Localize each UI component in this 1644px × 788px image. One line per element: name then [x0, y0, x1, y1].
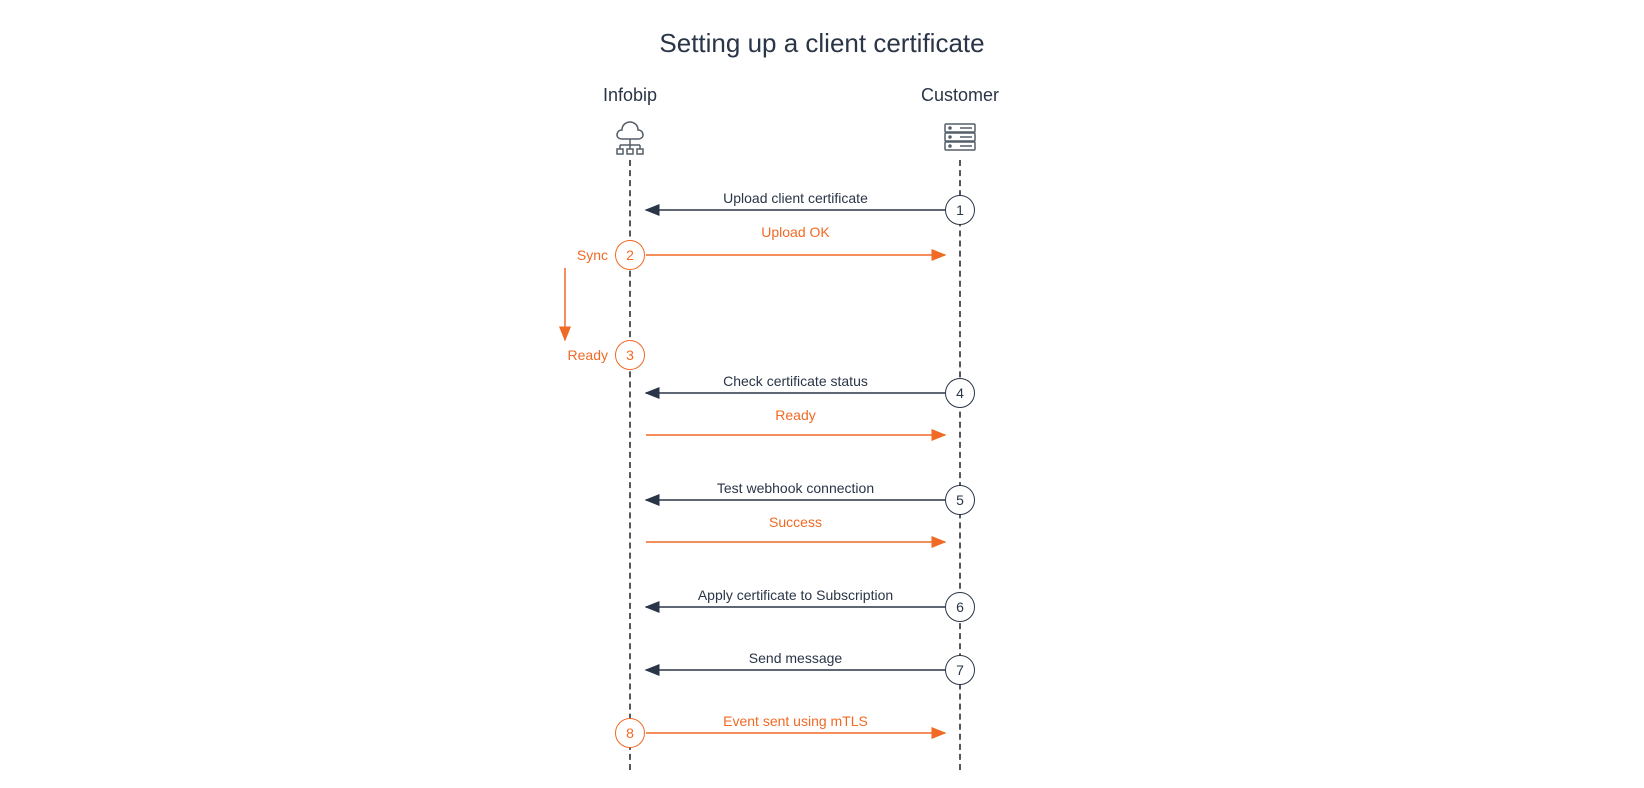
arrows-layer: [0, 0, 1644, 788]
actor-label-right: Customer: [890, 85, 1030, 106]
msg-upload-ok: Upload OK: [646, 224, 945, 240]
msg-success: Success: [646, 514, 945, 530]
sequence-diagram: Setting up a client certificate Infobip …: [0, 0, 1644, 788]
msg-upload-cert: Upload client certificate: [646, 190, 945, 206]
msg-check-status: Check certificate status: [646, 373, 945, 389]
msg-apply-cert: Apply certificate to Subscription: [646, 587, 945, 603]
msg-ready: Ready: [646, 407, 945, 423]
step-circle-2: 2: [615, 240, 645, 270]
step-circle-4: 4: [945, 378, 975, 408]
diagram-title: Setting up a client certificate: [0, 28, 1644, 59]
msg-event-mtls: Event sent using mTLS: [646, 713, 945, 729]
self-label-sync: Sync: [500, 247, 608, 263]
step-circle-7: 7: [945, 655, 975, 685]
step-circle-8: 8: [615, 718, 645, 748]
step-circle-3: 3: [615, 340, 645, 370]
step-circle-5: 5: [945, 485, 975, 515]
msg-test-webhook: Test webhook connection: [646, 480, 945, 496]
msg-send-message: Send message: [646, 650, 945, 666]
self-label-ready: Ready: [500, 347, 608, 363]
actor-label-left: Infobip: [560, 85, 700, 106]
step-circle-1: 1: [945, 195, 975, 225]
step-circle-6: 6: [945, 592, 975, 622]
cloud-network-icon: [610, 118, 650, 161]
server-icon: [940, 118, 980, 161]
